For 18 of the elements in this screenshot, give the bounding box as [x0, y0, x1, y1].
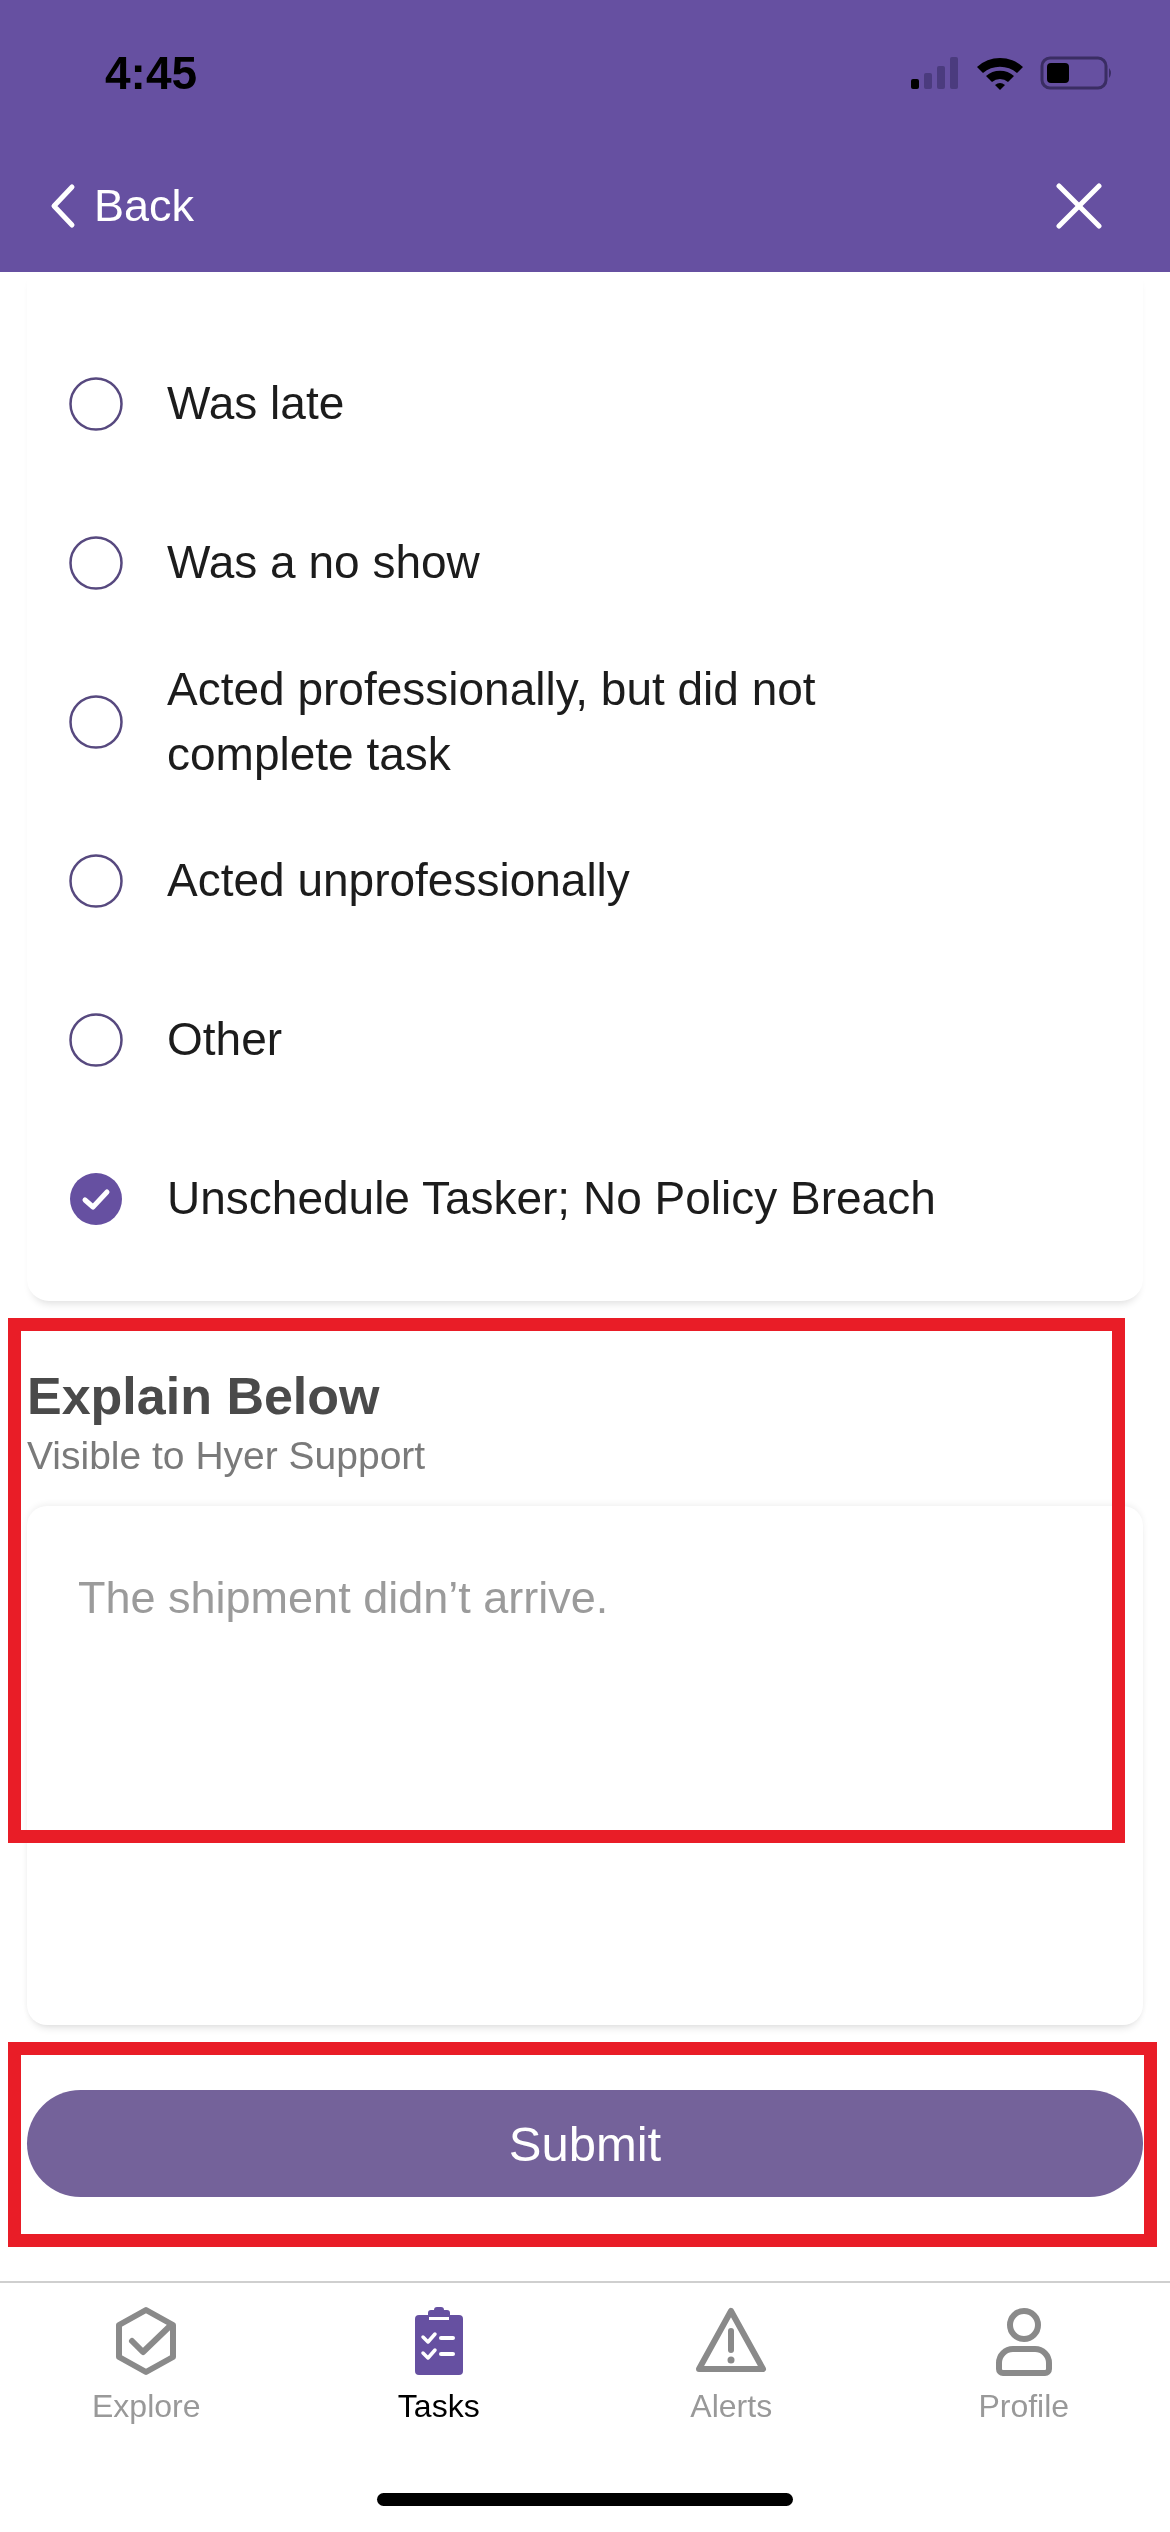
- tab-item[interactable]: Tasks: [397, 2305, 480, 2424]
- radio-option[interactable]: Was late: [69, 371, 345, 436]
- battery-icon: [1040, 56, 1114, 90]
- radio-option[interactable]: Acted professionally, but did not complete task: [69, 656, 967, 787]
- section-subtitle: Visible to Hyer Support: [27, 1433, 427, 1479]
- chevron-left-icon: [50, 183, 76, 229]
- radio-option[interactable]: Acted unprofessionally: [69, 848, 630, 913]
- radio-option[interactable]: Other: [69, 1007, 283, 1072]
- signal-icon: [911, 57, 960, 89]
- back-button[interactable]: Back: [50, 180, 195, 232]
- radio-option[interactable]: Was a no show: [69, 530, 480, 595]
- section-title: Explain Below: [27, 1366, 381, 1426]
- status-time: 4:45: [105, 46, 198, 100]
- close-button[interactable]: [1056, 183, 1102, 229]
- wifi-icon: [975, 55, 1025, 91]
- submit-button[interactable]: Submit: [27, 2090, 1143, 2197]
- radio-option[interactable]: Unschedule Tasker; No Policy Breach: [69, 1166, 936, 1231]
- close-icon: [1056, 183, 1102, 229]
